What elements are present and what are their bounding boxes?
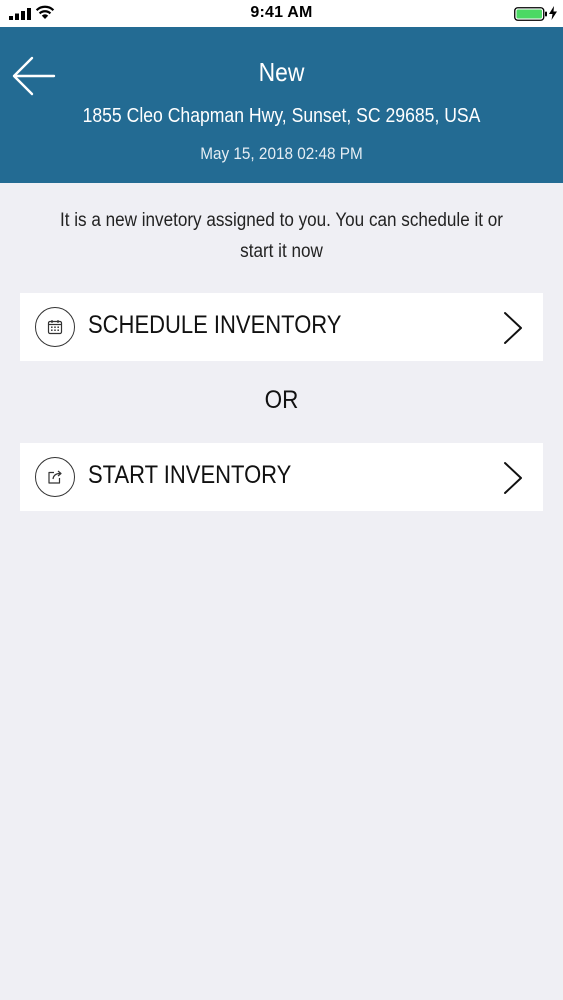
header: New 1855 Cleo Chapman Hwy, Sunset, SC 29… xyxy=(0,27,563,183)
chevron-right-icon xyxy=(504,462,522,494)
battery-icon xyxy=(514,7,547,21)
info-message: It is a new invetory assigned to you. Yo… xyxy=(60,210,503,262)
chevron-right-icon xyxy=(504,312,522,344)
share-icon-circle xyxy=(35,457,75,497)
share-icon xyxy=(48,470,62,484)
page-title: New xyxy=(258,57,305,87)
schedule-inventory-button[interactable]: SCHEDULE INVENTORY xyxy=(20,293,543,361)
header-address: 1855 Cleo Chapman Hwy, Sunset, SC 29685,… xyxy=(82,105,481,127)
status-time: 9:41 AM xyxy=(250,4,313,21)
or-separator: OR xyxy=(264,386,299,414)
calendar-icon-circle xyxy=(35,307,75,347)
start-inventory-label: START INVENTORY xyxy=(88,461,292,489)
calendar-icon xyxy=(47,320,63,335)
status-bar: 9:41 AM xyxy=(0,0,563,27)
start-inventory-button[interactable]: START INVENTORY xyxy=(20,443,543,511)
charging-bolt-icon xyxy=(549,6,557,20)
header-datetime: May 15, 2018 02:48 PM xyxy=(200,144,363,163)
schedule-inventory-label: SCHEDULE INVENTORY xyxy=(88,311,342,339)
